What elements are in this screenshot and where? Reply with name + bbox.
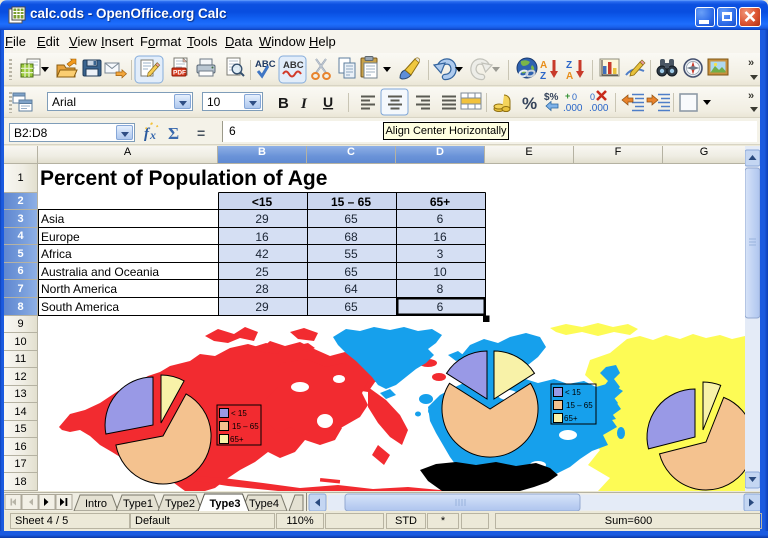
svg-text:Z: Z: [566, 60, 572, 71]
svg-text:A: A: [540, 60, 547, 71]
svg-text:29: 29: [255, 212, 269, 226]
svg-text:B: B: [278, 95, 289, 112]
svg-text:8: 8: [437, 282, 444, 296]
svg-text:< 15: < 15: [565, 388, 581, 397]
svg-text:68: 68: [344, 230, 358, 244]
svg-text:65+: 65+: [230, 435, 244, 444]
svg-text:Σ: Σ: [168, 124, 179, 142]
svg-text:65+: 65+: [430, 195, 450, 209]
svg-text:Type4: Type4: [249, 498, 279, 510]
svg-text:.000: .000: [589, 103, 609, 114]
svg-text:16: 16: [433, 230, 447, 244]
svg-text:55: 55: [344, 247, 358, 261]
svg-text:Z: Z: [540, 71, 546, 82]
svg-text:ABC: ABC: [283, 60, 304, 71]
svg-text:»: »: [748, 57, 754, 69]
svg-text:x: x: [149, 128, 156, 142]
svg-text:15 – 65: 15 – 65: [566, 401, 593, 410]
svg-text:South America: South America: [41, 300, 119, 314]
svg-text:3: 3: [437, 247, 444, 261]
svg-text:6: 6: [437, 300, 444, 314]
svg-text:42: 42: [255, 247, 269, 261]
svg-text:Australia and Oceania: Australia and Oceania: [41, 265, 159, 279]
svg-text:0: 0: [572, 92, 577, 102]
svg-text:Type1: Type1: [123, 498, 153, 510]
svg-text:North America: North America: [41, 282, 117, 296]
svg-text:10: 10: [433, 265, 447, 279]
svg-text:64: 64: [344, 282, 358, 296]
svg-text:15 – 65: 15 – 65: [232, 422, 259, 431]
svg-text:%: %: [522, 94, 537, 113]
svg-text:6: 6: [437, 212, 444, 226]
svg-text:»: »: [748, 90, 754, 102]
svg-text:.000: .000: [563, 103, 583, 114]
svg-text:65: 65: [344, 265, 358, 279]
svg-text:65+: 65+: [564, 414, 578, 423]
svg-text:<15: <15: [252, 195, 273, 209]
svg-text:28: 28: [255, 282, 269, 296]
svg-text:25: 25: [255, 265, 269, 279]
svg-text:65: 65: [344, 300, 358, 314]
svg-text:Europe: Europe: [41, 230, 80, 244]
svg-text:Type2: Type2: [165, 498, 195, 510]
svg-text:Type3: Type3: [210, 498, 241, 510]
svg-text:=: =: [197, 125, 205, 141]
svg-text:29: 29: [255, 300, 269, 314]
svg-text:15 – 65: 15 – 65: [331, 195, 371, 209]
svg-text:< 15: < 15: [231, 409, 247, 418]
svg-text:16: 16: [255, 230, 269, 244]
svg-text:Asia: Asia: [41, 212, 65, 226]
svg-text:PDF: PDF: [173, 70, 186, 77]
svg-text:65: 65: [344, 212, 358, 226]
svg-text:U: U: [323, 94, 333, 110]
svg-text:+: +: [565, 91, 570, 101]
svg-text:Africa: Africa: [41, 247, 72, 261]
svg-text:I: I: [300, 96, 308, 112]
svg-text:0: 0: [590, 92, 595, 102]
svg-text:A: A: [566, 71, 573, 82]
svg-text:Intro: Intro: [85, 498, 107, 510]
